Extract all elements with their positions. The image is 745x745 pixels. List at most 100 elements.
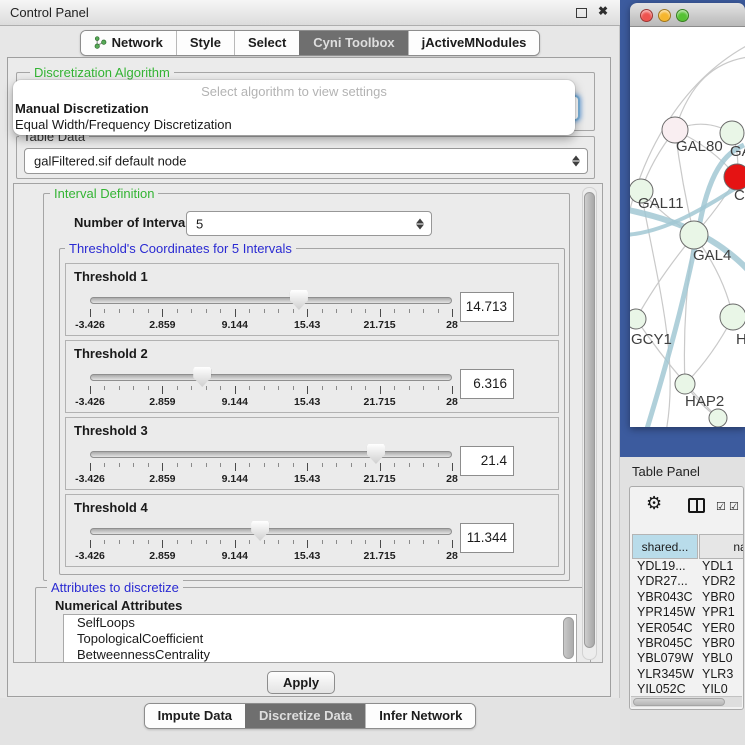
tab-network[interactable]: Network	[81, 31, 176, 55]
bottom-tabbar: Impute Data Discretize Data Infer Network	[0, 703, 620, 729]
slider-track[interactable]	[90, 374, 452, 381]
slider-tick-labels: -3.4262.8599.14415.4321.71528	[90, 550, 452, 563]
horizontal-scrollbar[interactable]	[631, 696, 742, 707]
close-traffic-icon[interactable]	[640, 9, 653, 22]
checkbox-icon[interactable]	[729, 500, 739, 513]
cell-shared-name: YLR345W	[637, 667, 694, 682]
table-row[interactable]: YBR045CYBR0	[631, 636, 744, 651]
tick-label: 21.715	[364, 319, 396, 331]
table-row[interactable]: YPR145WYPR1	[631, 605, 744, 620]
tab-label: Discretize Data	[259, 708, 352, 723]
cell-shared-name: YIL052C	[637, 682, 686, 697]
tab-jactivemnodules[interactable]: jActiveMNodules	[408, 31, 540, 55]
attributes-listbox[interactable]: SelfLoopsTopologicalCoefficientBetweenne…	[63, 614, 577, 663]
tab-label: Select	[248, 35, 286, 50]
zoom-traffic-icon[interactable]	[676, 9, 689, 22]
float-panel-icon[interactable]	[576, 8, 587, 18]
thresholds-group-title: Threshold's Coordinates for 5 Intervals	[65, 241, 296, 256]
tab-cyni-toolbox[interactable]: Cyni Toolbox	[299, 31, 407, 55]
slider-thumb[interactable]	[193, 367, 211, 387]
vertical-scrollbar[interactable]	[582, 187, 597, 660]
tick-label: 21.715	[364, 550, 396, 562]
table-data-combobox[interactable]: galFiltered.sif default node	[24, 148, 588, 174]
slider-thumb[interactable]	[251, 521, 269, 541]
table-row[interactable]: YIL052CYIL0	[631, 682, 744, 697]
attribute-item[interactable]: BetweennessCentrality	[64, 647, 576, 663]
control-panel-titlebar: Control Panel	[0, 0, 620, 26]
threshold-value-field[interactable]: 11.344	[460, 523, 514, 553]
tick-label: 28	[446, 396, 458, 408]
screenshot-root: Control Panel NetworkStyle Select Cyni Too…	[0, 0, 745, 745]
cell-shared-name: YBL079W	[637, 651, 693, 666]
dropdown-option-equal-width-frequency[interactable]: Equal Width/Frequency Discretization	[15, 117, 232, 132]
tab-group: Impute Data Discretize Data Infer Network	[144, 703, 477, 729]
table-row[interactable]: YLR345WYLR3	[631, 667, 744, 682]
tick-label: 21.715	[364, 396, 396, 408]
column-header-name[interactable]: na	[699, 534, 744, 559]
tab-impute-data[interactable]: Impute Data	[145, 704, 245, 728]
apply-button[interactable]: Apply	[267, 671, 335, 694]
attribute-item[interactable]: TopologicalCoefficient	[64, 631, 576, 647]
minimize-traffic-icon[interactable]	[658, 9, 671, 22]
table-rows: YDL19...YDL1YDR27...YDR2YBR043C YBR0YPR14…	[631, 559, 744, 697]
scrollbar-thumb[interactable]	[633, 698, 725, 706]
threshold-label: Threshold 3	[74, 423, 148, 438]
network-node-ga[interactable]	[720, 121, 744, 145]
network-window-titlebar	[630, 3, 745, 27]
gear-icon[interactable]	[646, 493, 662, 514]
scrollbar-thumb[interactable]	[584, 192, 595, 648]
node-label: H	[736, 331, 745, 348]
cell-shared-name: YBR043C	[637, 590, 693, 605]
node-label: GAL11	[638, 195, 684, 212]
table-panel-title: Table Panel	[632, 464, 700, 479]
network-window: GAL80GACGAL11GAL4GCY1HHAP2	[630, 3, 745, 427]
tick-label: 2.859	[149, 550, 175, 562]
tick-label: -3.426	[75, 550, 105, 562]
network-node-gcy1[interactable]	[630, 309, 646, 329]
table-row[interactable]: YBR043C YBR0	[631, 590, 744, 605]
checkbox-icon[interactable]	[716, 500, 726, 513]
tick-label: 9.144	[222, 319, 248, 331]
number-of-intervals-combobox[interactable]: 5	[186, 211, 432, 236]
table-row[interactable]: YER054CYER0	[631, 621, 744, 636]
network-node-hap2[interactable]	[675, 374, 695, 394]
slider-thumb[interactable]	[367, 444, 385, 464]
cell-name: YBR0	[702, 590, 735, 605]
tick-label: 28	[446, 319, 458, 331]
slider-tick-labels: -3.4262.8599.14415.4321.71528	[90, 396, 452, 409]
tab-style[interactable]: Style	[176, 31, 234, 55]
threshold-value-field[interactable]: 21.4	[460, 446, 514, 476]
network-graph: GAL80GACGAL11GAL4GCY1HHAP2	[630, 27, 745, 427]
tab-label: jActiveMNodules	[422, 35, 527, 50]
column-header-shared-name[interactable]: shared...	[632, 534, 698, 559]
tick-label: 2.859	[149, 473, 175, 485]
network-node[interactable]	[709, 409, 727, 427]
node-label: GA	[730, 143, 745, 160]
list-scrollbar[interactable]	[563, 617, 574, 659]
close-icon[interactable]	[598, 4, 608, 18]
network-node-h[interactable]	[720, 304, 745, 330]
tick-label: 9.144	[222, 473, 248, 485]
slider-thumb[interactable]	[290, 290, 308, 310]
tick-label: 9.144	[222, 396, 248, 408]
network-canvas[interactable]: GAL80GACGAL11GAL4GCY1HHAP2	[630, 27, 745, 427]
network-node-gal4[interactable]	[680, 221, 708, 249]
dropdown-option-manual-discretization[interactable]: Manual Discretization	[15, 101, 149, 116]
attribute-item[interactable]: SelfLoops	[64, 615, 576, 631]
tab-discretize-data[interactable]: Discretize Data	[245, 704, 365, 728]
tab-select[interactable]: Select	[234, 31, 299, 55]
slider-track[interactable]	[90, 297, 452, 304]
tab-group: NetworkStyle Select Cyni Toolbox jActiveMNo…	[80, 30, 541, 56]
threshold-value-field[interactable]: 6.316	[460, 369, 514, 399]
tab-infer-network[interactable]: Infer Network	[365, 704, 475, 728]
table-row[interactable]: YDR27...YDR2	[631, 574, 744, 589]
tick-label: 9.144	[222, 550, 248, 562]
table-row[interactable]: YBL079WYBL0	[631, 651, 744, 666]
top-tabbar: NetworkStyle Select Cyni Toolbox jActiveMNo…	[0, 30, 620, 56]
threshold-value-field[interactable]: 14.713	[460, 292, 514, 322]
slider-track[interactable]	[90, 451, 452, 458]
split-view-icon[interactable]	[688, 498, 705, 513]
table-row[interactable]: YDL19...YDL1	[631, 559, 744, 574]
slider-track[interactable]	[90, 528, 452, 535]
discretization-algorithm-title: Discretization Algorithm	[30, 65, 174, 80]
